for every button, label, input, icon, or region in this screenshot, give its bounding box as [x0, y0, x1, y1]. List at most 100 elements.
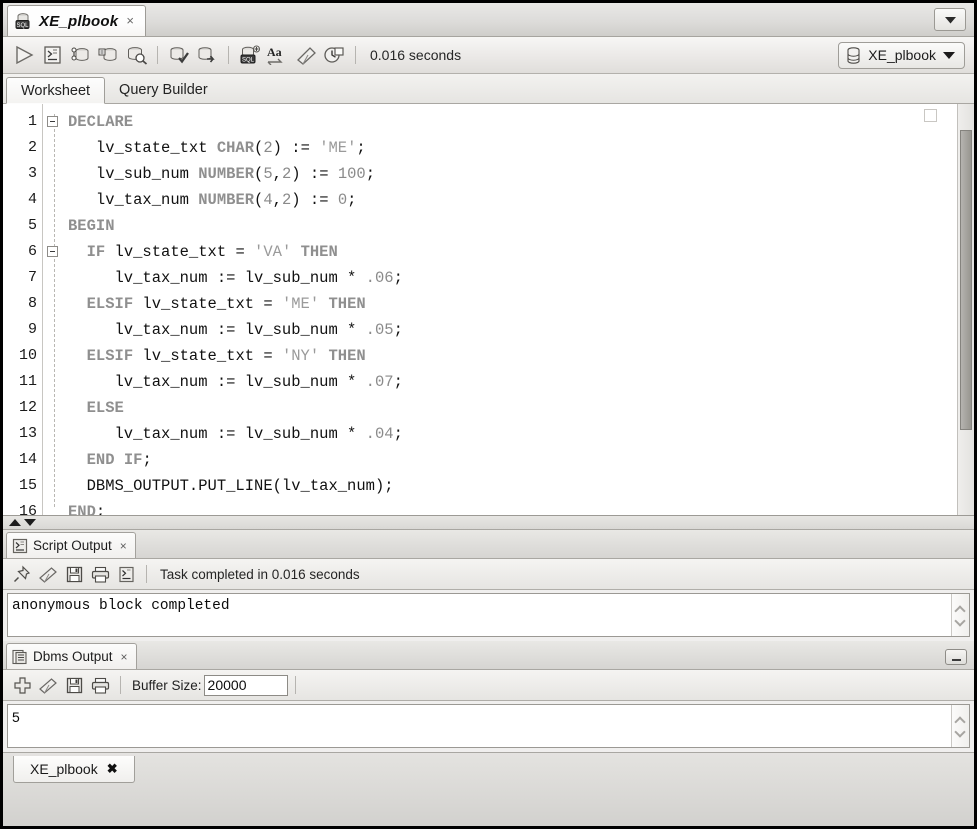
- script-button[interactable]: [113, 561, 139, 587]
- fold-cell: [43, 317, 65, 343]
- eraser-icon: [38, 565, 58, 583]
- fold-collapse-icon[interactable]: [47, 246, 58, 257]
- fold-cell: [43, 161, 65, 187]
- commit-icon: [168, 45, 190, 65]
- worksheet-toolbar: SQL Aa 0.016 seconds XE_plbook: [3, 37, 974, 74]
- worksheet-tabstrip: SQL XE_plbook ×: [3, 3, 974, 37]
- connection-name-label: XE_plbook: [868, 47, 936, 63]
- pin-button[interactable]: [9, 561, 35, 587]
- run-statement-button[interactable]: [10, 41, 38, 69]
- fold-cell: [43, 135, 65, 161]
- commit-button[interactable]: [165, 41, 193, 69]
- print-button[interactable]: [87, 672, 113, 698]
- editor-vertical-scrollbar[interactable]: [957, 104, 974, 515]
- fold-cell: [43, 265, 65, 291]
- bottom-tab-xe-plbook[interactable]: XE_plbook ✖: [13, 756, 135, 783]
- editor-output-splitter[interactable]: [3, 516, 974, 530]
- close-icon[interactable]: ×: [118, 650, 128, 664]
- code-fold-gutter[interactable]: [43, 104, 65, 515]
- scrollbar-thumb[interactable]: [960, 130, 972, 430]
- code-line: ELSE: [86, 399, 124, 417]
- tab-dbms-output[interactable]: Dbms Output ×: [6, 643, 137, 669]
- chevron-down-icon: [944, 16, 957, 24]
- dbms-output-toolbar: Buffer Size:: [3, 670, 974, 701]
- eraser-icon: [295, 45, 318, 65]
- run-script-button[interactable]: [38, 41, 66, 69]
- autotrace-button[interactable]: [94, 41, 122, 69]
- minimize-icon: [951, 659, 961, 661]
- toolbar-separator-1: [157, 46, 158, 64]
- code-line: END IF;: [86, 451, 152, 469]
- line-number: 10: [18, 347, 37, 364]
- line-number: 6: [27, 243, 37, 260]
- save-button[interactable]: [61, 561, 87, 587]
- save-button[interactable]: [61, 672, 87, 698]
- tab-query-builder-label: Query Builder: [119, 81, 208, 98]
- code-line: IF lv_state_txt = 'VA' THEN: [86, 243, 338, 261]
- unshared-sql-worksheet-button[interactable]: SQL: [236, 41, 264, 69]
- dbms-output-scrollbar[interactable]: [951, 705, 969, 747]
- tabstrip-dropdown-button[interactable]: [934, 8, 966, 31]
- print-icon: [91, 566, 110, 583]
- elapsed-time-label: 0.016 seconds: [370, 47, 462, 63]
- fold-cell: [43, 395, 65, 421]
- rollback-button[interactable]: [193, 41, 221, 69]
- tab-query-builder[interactable]: Query Builder: [105, 76, 222, 103]
- line-number: 1: [27, 113, 37, 130]
- minimize-button[interactable]: [945, 649, 967, 665]
- buffer-size-label: Buffer Size:: [132, 677, 202, 693]
- chevron-down-icon[interactable]: [956, 728, 965, 734]
- chevron-up-icon[interactable]: [956, 718, 965, 724]
- tab-script-output[interactable]: Script Output ×: [6, 532, 136, 558]
- eraser-icon: [38, 676, 58, 694]
- script-output-toolbar: Task completed in 0.016 seconds: [3, 559, 974, 590]
- clear-button[interactable]: [292, 41, 320, 69]
- explain-plan-button[interactable]: [66, 41, 94, 69]
- print-icon: [91, 677, 110, 694]
- line-number: 5: [27, 217, 37, 234]
- clear-button[interactable]: [35, 672, 61, 698]
- dbms-output-textarea[interactable]: 5: [7, 704, 970, 748]
- clear-button[interactable]: [35, 561, 61, 587]
- code-editor[interactable]: 1 2 3 4 5 6 7 8 9 10 11 12 13 14 15 16 D…: [3, 104, 974, 520]
- add-connection-button[interactable]: [9, 672, 35, 698]
- triangle-down-icon: [943, 51, 955, 59]
- close-icon[interactable]: ✖: [107, 761, 118, 777]
- script-output-panel: Script Output × Task completed in 0.016 …: [3, 530, 974, 641]
- chevron-down-icon[interactable]: [956, 617, 965, 623]
- script-output-tabstrip: Script Output ×: [3, 530, 974, 559]
- editor-marker-box: [924, 109, 937, 122]
- line-number: 8: [27, 295, 37, 312]
- worksheet-tab-xe-plbook[interactable]: SQL XE_plbook ×: [7, 5, 146, 36]
- bottom-connection-tabstrip: XE_plbook ✖: [3, 752, 974, 826]
- connection-selector[interactable]: XE_plbook: [838, 41, 965, 69]
- line-number: 9: [27, 321, 37, 338]
- sql-history-button[interactable]: [320, 41, 348, 69]
- run-statement-icon: [13, 45, 35, 65]
- close-icon[interactable]: ×: [123, 14, 136, 29]
- print-button[interactable]: [87, 561, 113, 587]
- buffer-size-input[interactable]: [203, 674, 288, 696]
- database-icon: [846, 46, 861, 64]
- script-output-content: anonymous block completed: [12, 598, 230, 614]
- fold-cell: [43, 473, 65, 499]
- code-text-area[interactable]: DECLARE lv_state_txt CHAR(2) := 'ME'; lv…: [65, 104, 957, 515]
- sql-tuning-advisor-button[interactable]: [122, 41, 150, 69]
- sql-tuning-advisor-icon: [125, 45, 148, 65]
- rollback-icon: [196, 45, 218, 65]
- tab-worksheet[interactable]: Worksheet: [6, 77, 106, 104]
- panel-toolbar-separator: [146, 565, 147, 583]
- run-script-icon: [42, 45, 63, 65]
- toolbar-separator-2: [228, 46, 229, 64]
- to-upper-lower-button[interactable]: Aa: [264, 41, 292, 69]
- script-output-scrollbar[interactable]: [951, 594, 969, 636]
- dbms-output-panel: Dbms Output × Buffer Size: 20000 5: [3, 641, 974, 752]
- chevron-up-icon[interactable]: [956, 607, 965, 613]
- close-icon[interactable]: ×: [117, 539, 127, 553]
- fold-cell: [43, 447, 65, 473]
- script-output-textarea[interactable]: anonymous block completed: [7, 593, 970, 637]
- script-output-status: Task completed in 0.016 seconds: [160, 566, 360, 582]
- sql-history-icon: [323, 45, 345, 65]
- save-icon: [66, 677, 83, 694]
- fold-collapse-icon[interactable]: [47, 116, 58, 127]
